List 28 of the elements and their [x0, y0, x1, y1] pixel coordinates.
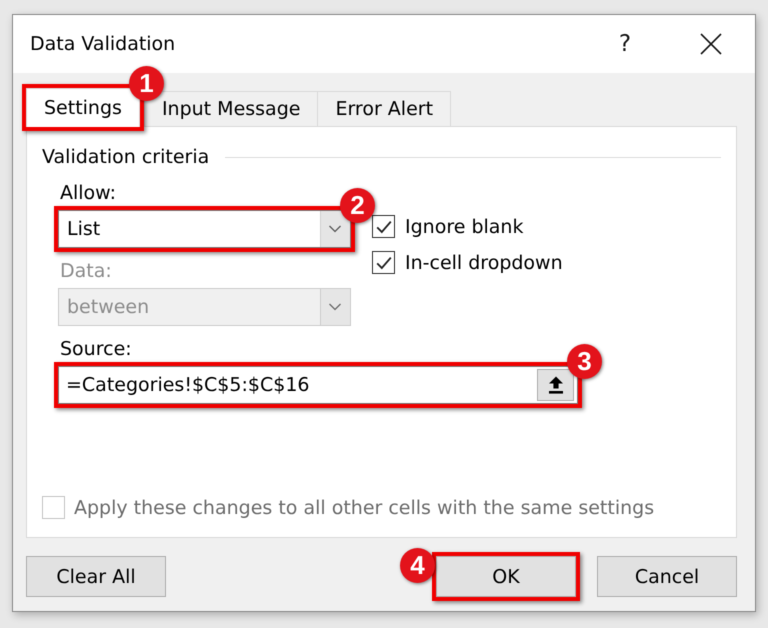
help-button[interactable]: ?: [602, 24, 648, 64]
dropdown[interactable]: List: [58, 210, 351, 248]
close-icon: [700, 33, 722, 55]
checkbox-label[interactable]: Ignore blank: [405, 216, 524, 238]
checkmark-icon: [376, 254, 392, 270]
range-select-button[interactable]: [537, 369, 574, 401]
step-number-marker: 4: [400, 548, 435, 583]
step-number-marker: 2: [340, 188, 375, 223]
group-title: Validation criteria: [42, 146, 210, 168]
dialog-button[interactable]: Clear All: [26, 556, 166, 597]
tab[interactable]: Settings: [26, 88, 140, 127]
chevron-down-icon: [320, 289, 350, 325]
field-label: Source:: [59, 338, 132, 360]
tab[interactable]: Input Message: [144, 91, 318, 126]
dialog-button[interactable]: OK: [436, 556, 576, 597]
checkbox-label[interactable]: In-cell dropdown: [405, 252, 563, 274]
tab[interactable]: Error Alert: [317, 91, 452, 126]
dialog-button[interactable]: Cancel: [597, 556, 737, 597]
chevron-down-icon: [320, 211, 350, 247]
field-label: Data:: [59, 260, 112, 282]
checkmark-icon: [376, 218, 392, 234]
up-arrow-icon: [548, 376, 564, 394]
step-number-marker: 3: [567, 344, 602, 379]
field-label: Allow:: [59, 182, 116, 204]
source-input[interactable]: =Categories!$C$5:$C$16: [58, 366, 578, 404]
window-title: Data Validation: [30, 32, 176, 56]
checkbox[interactable]: [372, 215, 395, 238]
checkbox[interactable]: [372, 251, 395, 274]
